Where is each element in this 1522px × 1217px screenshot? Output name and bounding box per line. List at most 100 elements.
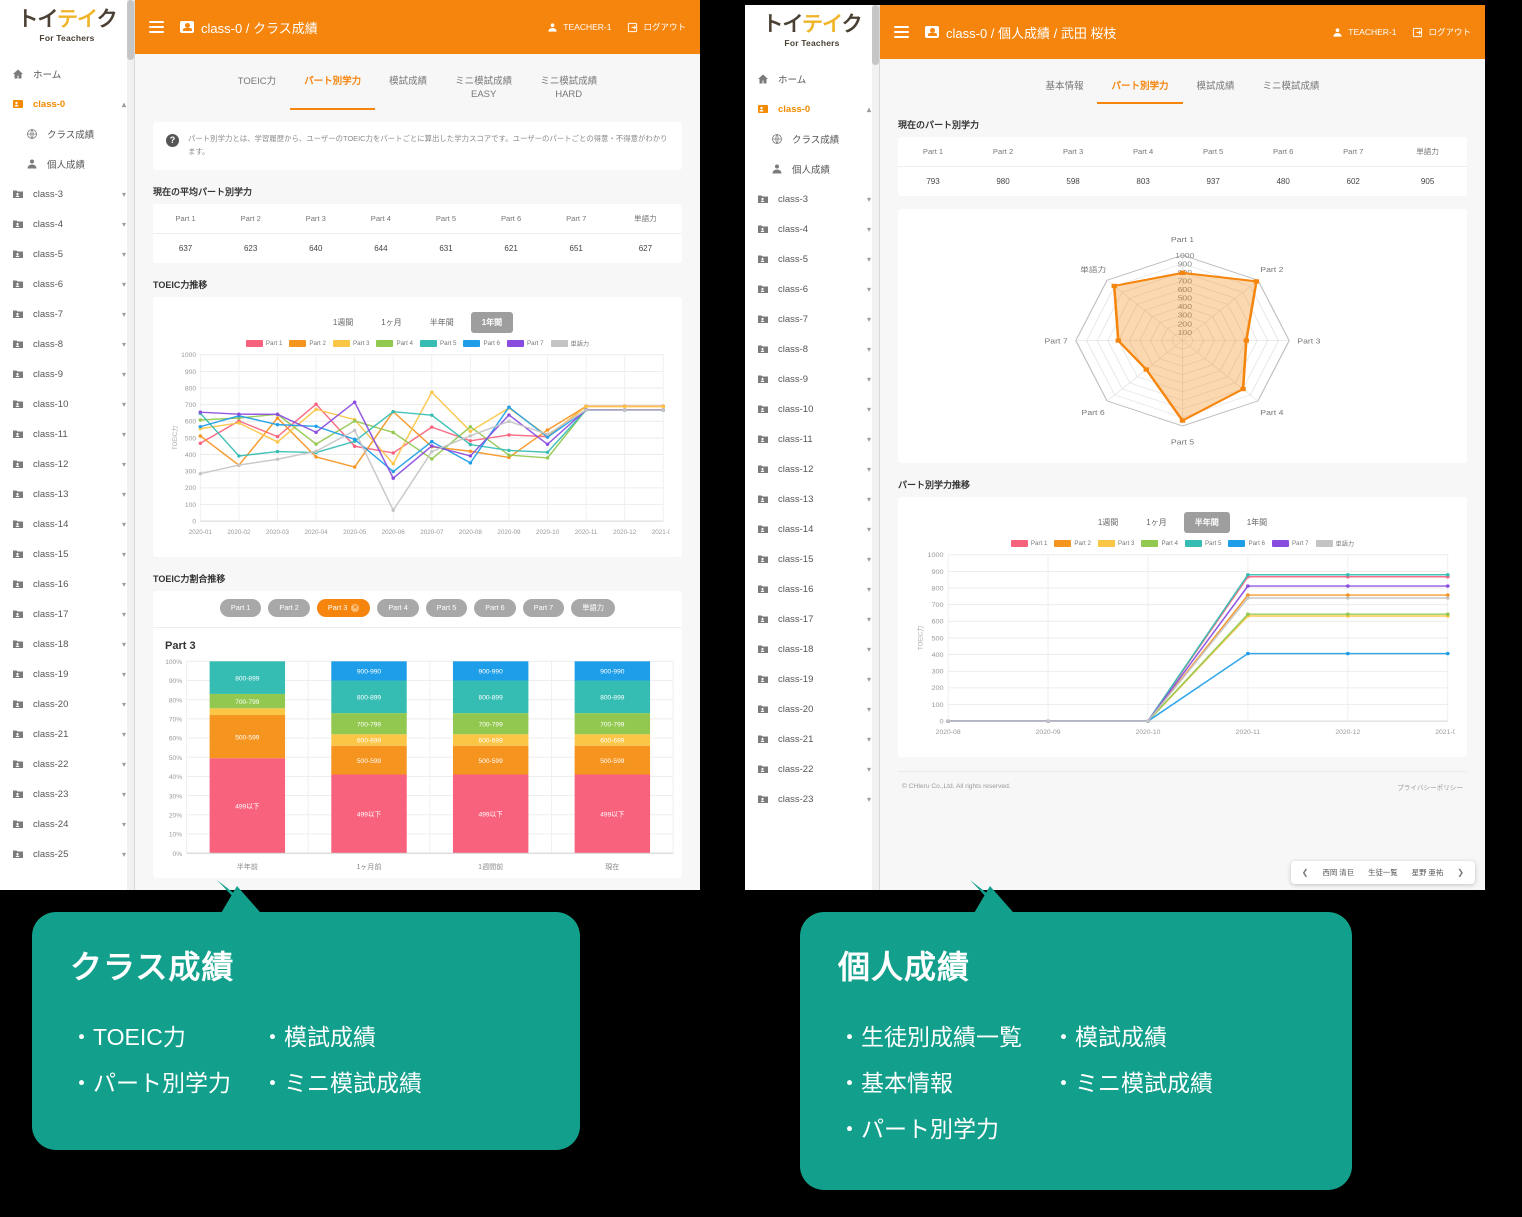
chevron-up-icon[interactable]: ▴ — [122, 100, 126, 109]
right-sidebar[interactable]: トイテイク For Teachers ホーム class-0 ▴ クラス成績 個人成績 c… — [745, 5, 880, 890]
sidebar-item-class-24[interactable]: class-24 ▾ — [0, 809, 134, 839]
sidebar-item-class-5[interactable]: class-5 ▾ — [0, 239, 134, 269]
chevron-down-icon[interactable]: ▾ — [867, 405, 871, 414]
legend-item-2[interactable]: Part 3 — [332, 339, 369, 348]
chevron-down-icon[interactable]: ▾ — [867, 495, 871, 504]
chevron-down-icon[interactable]: ▾ — [867, 255, 871, 264]
range-option-2[interactable]: 半年間 — [1183, 511, 1230, 533]
tab-2[interactable]: 模試成績 — [375, 70, 441, 110]
legend-item-4[interactable]: Part 5 — [1184, 539, 1221, 548]
chevron-down-icon[interactable]: ▾ — [867, 585, 871, 594]
pill-4[interactable]: Part 5 — [425, 598, 468, 617]
range-option-0[interactable]: 1週間 — [322, 312, 364, 333]
sidebar-item-class-6[interactable]: class-6 ▾ — [745, 274, 879, 304]
chevron-down-icon[interactable]: ▾ — [122, 190, 126, 199]
range-option-1[interactable]: 1ヶ月 — [1135, 512, 1177, 533]
chevron-down-icon[interactable]: ▾ — [867, 555, 871, 564]
sidebar-scrollbar[interactable] — [872, 5, 879, 890]
sidebar-item-class-19[interactable]: class-19 ▾ — [0, 659, 134, 689]
hamburger-icon[interactable] — [894, 26, 909, 38]
tab-0[interactable]: 基本情報 — [1031, 75, 1097, 104]
legend-item-1[interactable]: Part 2 — [289, 339, 326, 348]
chevron-down-icon[interactable]: ▾ — [122, 700, 126, 709]
pill-6[interactable]: Part 7 — [522, 598, 565, 617]
sidebar-item-class-10[interactable]: class-10 ▾ — [745, 394, 879, 424]
tab-2[interactable]: 模試成績 — [1183, 75, 1249, 104]
legend-item-1[interactable]: Part 2 — [1054, 539, 1091, 548]
sidebar-item-class-16[interactable]: class-16 ▾ — [745, 574, 879, 604]
range-selector[interactable]: 1週間 1ヶ月 半年間 1年間 — [165, 311, 670, 333]
chevron-down-icon[interactable]: ▾ — [867, 345, 871, 354]
sidebar-item-class-13[interactable]: class-13 ▾ — [745, 484, 879, 514]
range-option-3[interactable]: 1年間 — [470, 311, 514, 333]
chevron-down-icon[interactable]: ▾ — [122, 850, 126, 859]
pill-1[interactable]: Part 2 — [268, 598, 310, 617]
chevron-down-icon[interactable]: ▾ — [122, 430, 126, 439]
right-tabbar[interactable]: 基本情報 パート別学力 模試成績 ミニ模試成績 — [898, 59, 1467, 104]
chevron-down-icon[interactable]: ▾ — [867, 645, 871, 654]
pill-7[interactable]: 単語力 — [571, 598, 616, 617]
tab-1[interactable]: パート別学力 — [290, 70, 376, 110]
sidebar-item-class-5[interactable]: class-5 ▾ — [745, 244, 879, 274]
sidebar-item-class-10[interactable]: class-10 ▾ — [0, 389, 134, 419]
sidebar-item-class-4[interactable]: class-4 ▾ — [745, 214, 879, 244]
chevron-down-icon[interactable]: ▾ — [122, 370, 126, 379]
sidebar-item-class-12[interactable]: class-12 ▾ — [745, 454, 879, 484]
chevron-down-icon[interactable]: ▾ — [122, 610, 126, 619]
chevron-down-icon[interactable]: ▾ — [867, 225, 871, 234]
chevron-down-icon[interactable]: ▾ — [867, 435, 871, 444]
sidebar-item-class-23[interactable]: class-23 ▾ — [0, 779, 134, 809]
sidebar-item-class-25[interactable]: class-25 ▾ — [0, 839, 134, 869]
sidebar-item-class-8[interactable]: class-8 ▾ — [0, 329, 134, 359]
sidebar-item-class-7[interactable]: class-7 ▾ — [0, 299, 134, 329]
chevron-down-icon[interactable]: ▾ — [122, 760, 126, 769]
sidebar-item-class-9[interactable]: class-9 ▾ — [745, 364, 879, 394]
tab-3[interactable]: ミニ模試成績 — [1249, 75, 1334, 104]
chevron-down-icon[interactable]: ▾ — [122, 670, 126, 679]
chevron-down-icon[interactable]: ▾ — [122, 250, 126, 259]
sidebar-item-class-6[interactable]: class-6 ▾ — [0, 269, 134, 299]
range-option-0[interactable]: 1週間 — [1087, 512, 1129, 533]
sidebar-item-class-15[interactable]: class-15 ▾ — [745, 544, 879, 574]
sidebar-item-class-14[interactable]: class-14 ▾ — [745, 514, 879, 544]
chevron-down-icon[interactable]: ▾ — [122, 280, 126, 289]
chevron-down-icon[interactable]: ▾ — [122, 400, 126, 409]
logout-button[interactable]: ログアウト — [1412, 26, 1471, 38]
legend-item-6[interactable]: Part 7 — [1272, 539, 1309, 548]
chevron-down-icon[interactable]: ▾ — [122, 550, 126, 559]
chevron-down-icon[interactable]: ▾ — [867, 735, 871, 744]
sidebar-item-class-14[interactable]: class-14 ▾ — [0, 509, 134, 539]
legend-item-2[interactable]: Part 3 — [1097, 539, 1134, 548]
sidebar-item-class-22[interactable]: class-22 ▾ — [745, 754, 879, 784]
chevron-up-icon[interactable]: ▴ — [867, 105, 871, 114]
privacy-policy-link[interactable]: プライバシーポリシー — [1397, 782, 1463, 792]
sidebar-item-class-12[interactable]: class-12 ▾ — [0, 449, 134, 479]
chevron-down-icon[interactable]: ▾ — [122, 310, 126, 319]
range-option-3[interactable]: 1年間 — [1236, 512, 1278, 533]
sidebar-item-class-18[interactable]: class-18 ▾ — [0, 629, 134, 659]
sidebar-item-class-21[interactable]: class-21 ▾ — [745, 724, 879, 754]
range-option-2[interactable]: 半年間 — [419, 312, 465, 333]
logout-button[interactable]: ログアウト — [627, 21, 686, 33]
chevron-down-icon[interactable]: ▾ — [867, 465, 871, 474]
sidebar-item-class-3[interactable]: class-3 ▾ — [0, 179, 134, 209]
sidebar-scroll-thumb[interactable] — [872, 5, 879, 65]
legend-item-3[interactable]: Part 4 — [1141, 539, 1178, 548]
tab-1[interactable]: パート別学力 — [1097, 75, 1183, 104]
sidebar-item-class-9[interactable]: class-9 ▾ — [0, 359, 134, 389]
sidebar-item-class-3[interactable]: class-3 ▾ — [745, 184, 879, 214]
sidebar-subitem-1[interactable]: 個人成績 — [0, 149, 134, 179]
sidebar-item-class-0[interactable]: class-0 ▴ — [0, 89, 134, 119]
pill-0[interactable]: Part 1 — [219, 598, 262, 617]
sidebar-subitem-0[interactable]: クラス成績 — [0, 119, 134, 149]
sidebar-item-class-19[interactable]: class-19 ▾ — [745, 664, 879, 694]
student-pager[interactable]: ❮ 西岡 清巨 生徒一覧 星野 亜祐 ❯ — [1290, 861, 1475, 884]
legend-item-6[interactable]: Part 7 — [507, 339, 544, 348]
hamburger-icon[interactable] — [149, 21, 164, 33]
legend-item-3[interactable]: Part 4 — [376, 339, 413, 348]
chevron-down-icon[interactable]: ▾ — [122, 220, 126, 229]
chevron-down-icon[interactable]: ▾ — [122, 460, 126, 469]
legend-item-5[interactable]: Part 6 — [463, 339, 500, 348]
sidebar-item-class-13[interactable]: class-13 ▾ — [0, 479, 134, 509]
sidebar-item-class-7[interactable]: class-7 ▾ — [745, 304, 879, 334]
